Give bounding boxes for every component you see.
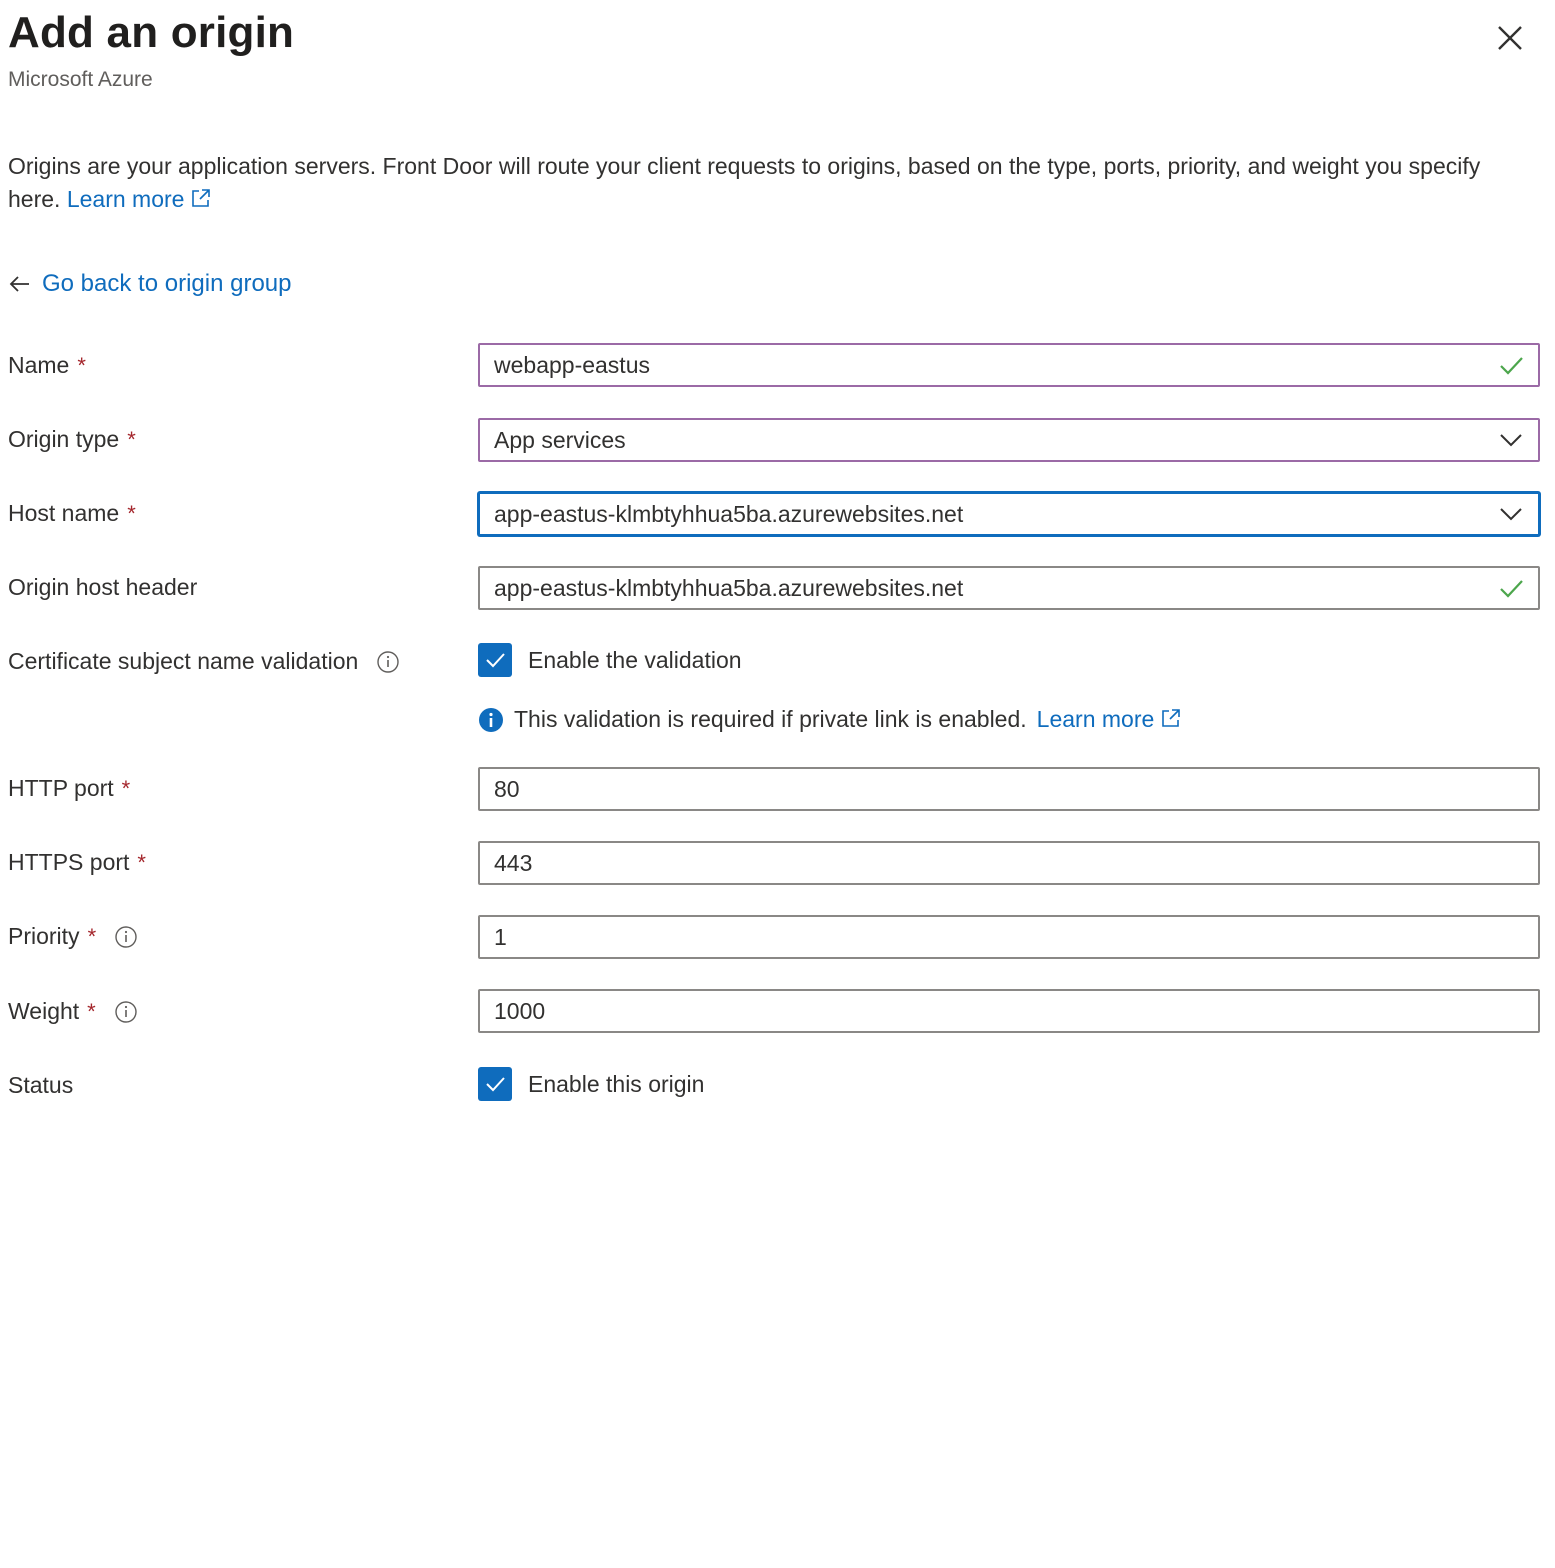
add-origin-panel: Add an origin Microsoft Azure Origins ar… <box>0 0 1555 1568</box>
checkmark-icon <box>486 653 505 668</box>
required-marker: * <box>77 352 86 378</box>
checkbox-checked[interactable] <box>478 643 512 677</box>
chevron-down-icon <box>1500 434 1522 447</box>
validation-learn-more-link[interactable]: Learn more <box>1037 706 1183 733</box>
name-label: Name * <box>8 352 86 378</box>
required-marker: * <box>137 849 146 875</box>
http-port-label: HTTP port * <box>8 775 131 801</box>
external-link-icon <box>192 189 211 207</box>
back-to-origin-group-link[interactable]: Go back to origin group <box>8 270 291 298</box>
cert-validation-checkbox-label: Enable the validation <box>528 646 742 673</box>
origin-host-header-label: Origin host header <box>8 574 198 600</box>
name-input[interactable]: webapp-eastus <box>478 343 1540 387</box>
description-text: Origins are your application servers. Fr… <box>8 153 1481 212</box>
origin-type-dropdown[interactable]: App services <box>478 418 1540 462</box>
close-icon[interactable] <box>1490 18 1530 58</box>
priority-input[interactable]: 1 <box>478 915 1540 959</box>
page-subtitle: Microsoft Azure <box>8 68 153 91</box>
required-marker: * <box>121 775 131 801</box>
checkmark-icon <box>1500 580 1523 598</box>
https-port-input[interactable]: 443 <box>478 841 1540 885</box>
http-port-input[interactable]: 80 <box>478 767 1540 811</box>
origin-host-header-input[interactable]: app-eastus-klmbtyhhua5ba.azurewebsites.n… <box>478 566 1540 610</box>
info-icon[interactable] <box>114 1000 138 1024</box>
weight-label: Weight * <box>8 998 138 1025</box>
arrow-left-icon <box>9 276 29 292</box>
checkbox-checked[interactable] <box>478 1067 512 1101</box>
info-icon[interactable] <box>114 925 138 949</box>
checkmark-icon <box>1500 357 1523 375</box>
validation-info-note: This validation is required if private l… <box>478 706 1182 733</box>
learn-more-link[interactable]: Learn more <box>67 186 213 212</box>
required-marker: * <box>87 998 96 1024</box>
external-link-icon <box>1162 709 1181 727</box>
required-marker: * <box>127 500 136 526</box>
status-checkbox-label: Enable this origin <box>528 1070 705 1097</box>
host-name-label: Host name * <box>8 500 136 526</box>
origin-type-label: Origin type * <box>8 426 136 452</box>
priority-label: Priority * <box>8 923 138 950</box>
host-name-dropdown[interactable]: app-eastus-klmbtyhhua5ba.azurewebsites.n… <box>478 492 1540 536</box>
checkmark-icon <box>486 1077 505 1092</box>
https-port-label: HTTPS port * <box>8 849 146 875</box>
back-link-label: Go back to origin group <box>42 270 292 297</box>
validation-note-text: This validation is required if private l… <box>514 706 1027 732</box>
description: Origins are your application servers. Fr… <box>8 150 1528 216</box>
chevron-down-icon <box>1500 508 1522 521</box>
cert-validation-checkbox[interactable]: Enable the validation <box>478 643 742 677</box>
info-icon[interactable] <box>376 650 400 674</box>
status-checkbox[interactable]: Enable this origin <box>478 1067 704 1101</box>
page-title: Add an origin <box>8 8 295 57</box>
weight-input[interactable]: 1000 <box>478 989 1540 1033</box>
info-filled-icon <box>479 707 503 732</box>
status-label: Status <box>8 1072 74 1098</box>
cert-validation-label: Certificate subject name validation <box>8 648 400 675</box>
required-marker: * <box>87 923 97 949</box>
required-marker: * <box>127 426 136 452</box>
